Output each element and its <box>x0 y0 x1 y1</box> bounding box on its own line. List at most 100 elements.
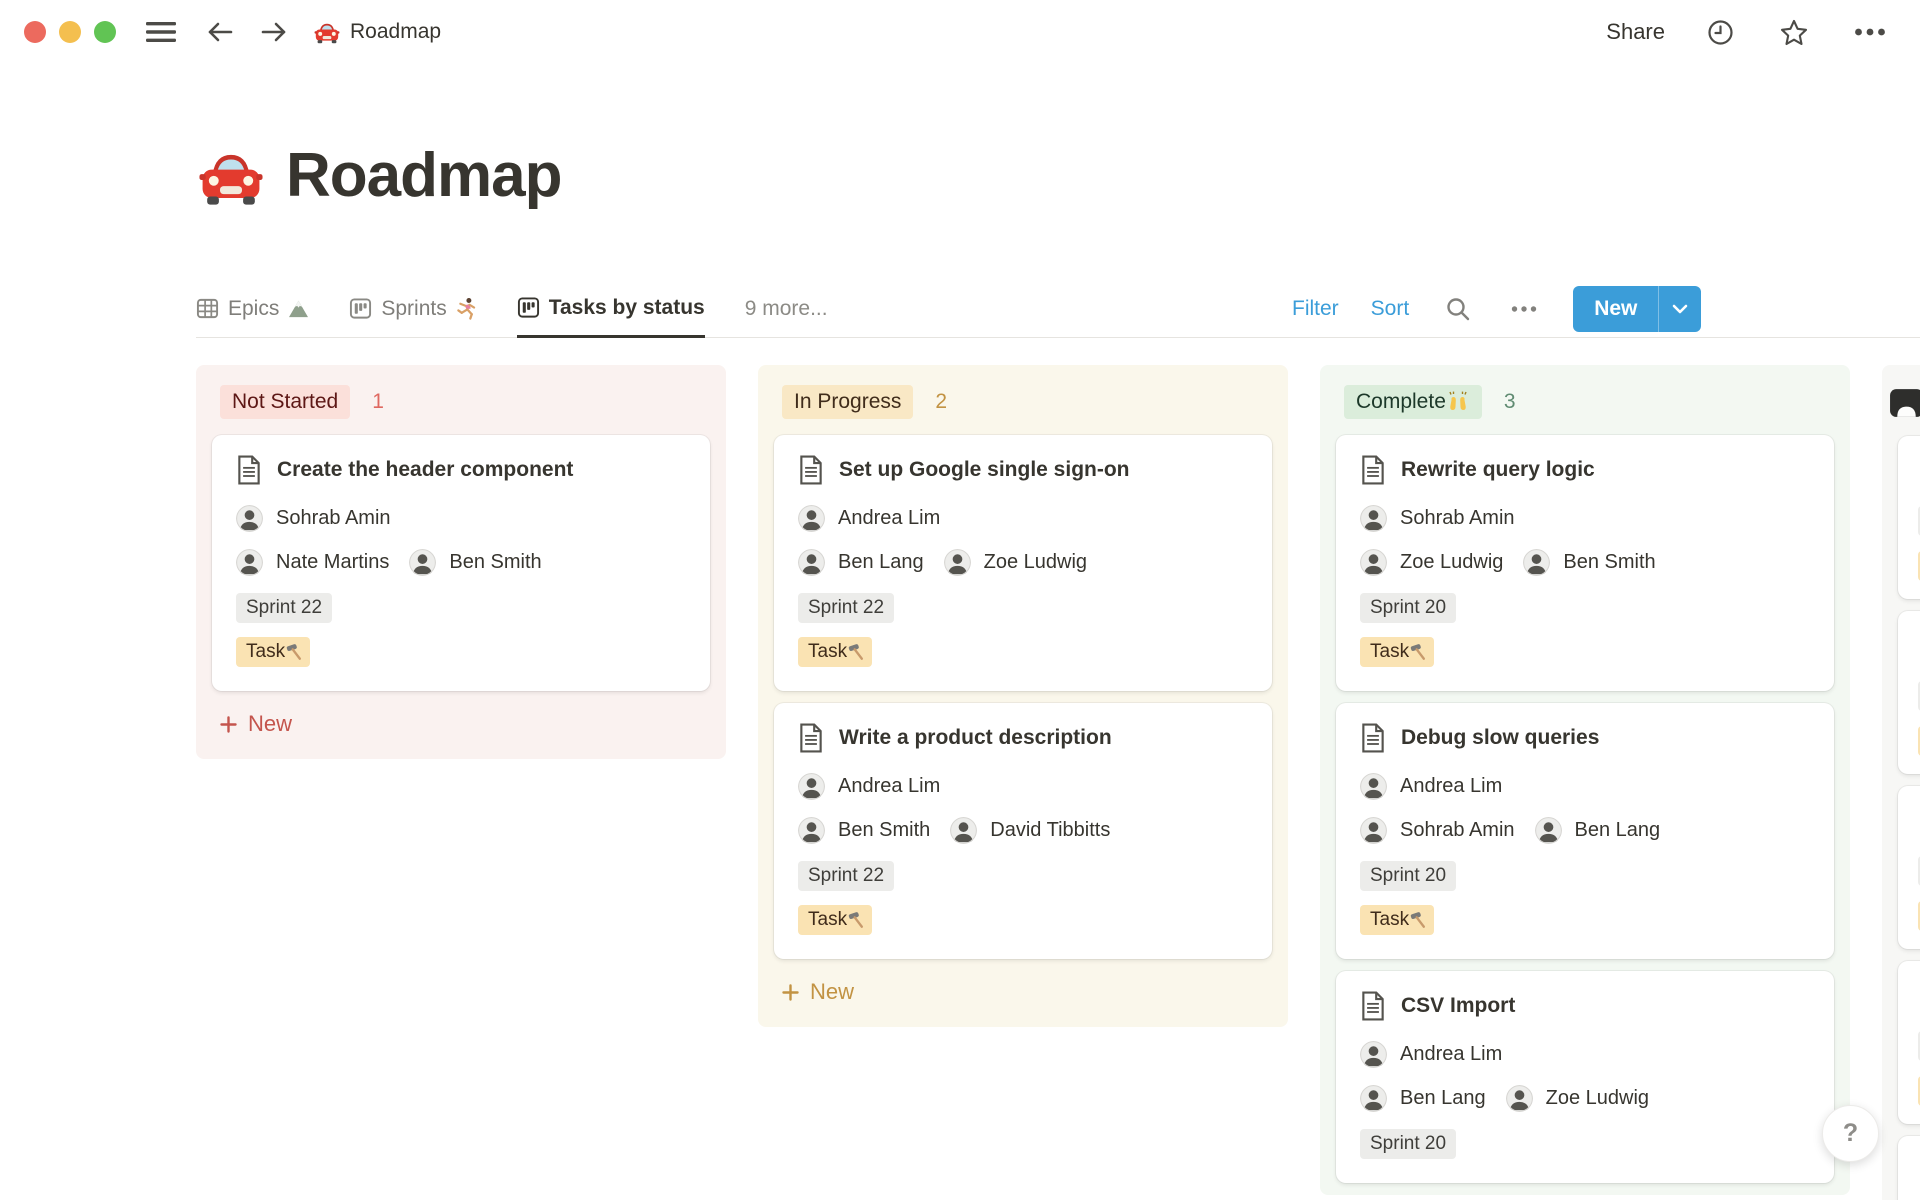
page-header: Roadmap <box>198 140 561 211</box>
chevron-down-icon[interactable] <box>1659 286 1701 332</box>
tab-sprints[interactable]: Sprints <box>349 280 476 337</box>
zoom-window-button[interactable] <box>94 21 116 43</box>
avatar <box>1360 1085 1387 1112</box>
breadcrumb-title: Roadmap <box>350 20 441 44</box>
task-type-tag: Task <box>1360 637 1434 667</box>
task-card[interactable]: Write a product description Andrea Lim B… <box>774 703 1272 959</box>
avatar <box>1360 1041 1387 1068</box>
car-emoji-icon <box>314 19 340 45</box>
sidebar-toggle-menu-icon[interactable] <box>142 17 180 47</box>
table-view-icon <box>196 297 219 320</box>
task-card[interactable]: Debug slow queries Andrea Lim Sohrab Ami… <box>1336 703 1834 959</box>
breadcrumb[interactable]: Roadmap <box>314 19 441 45</box>
favorite-star-icon[interactable] <box>1776 15 1812 50</box>
assignee: David Tibbitts <box>950 817 1110 844</box>
status-pill-in-progress[interactable]: In Progress <box>782 385 913 419</box>
avatar <box>944 549 971 576</box>
more-options-icon[interactable] <box>1850 24 1890 40</box>
tab-tasks-by-status[interactable]: Tasks by status <box>517 280 705 338</box>
new-button-group: New <box>1573 286 1701 332</box>
hammer-emoji-icon <box>847 911 865 929</box>
forward-icon[interactable] <box>256 16 292 48</box>
assignee: Zoe Ludwig <box>1360 549 1503 576</box>
task-type-tag: Task <box>1360 905 1434 935</box>
tab-more-views[interactable]: 9 more... <box>745 280 828 337</box>
page-icon <box>1360 455 1386 485</box>
window-titlebar: Roadmap Share <box>0 0 1920 64</box>
avatar <box>1535 817 1562 844</box>
new-button[interactable]: New <box>1573 286 1658 332</box>
task-card-partial[interactable] <box>1898 1136 1920 1200</box>
raised-hands-emoji-icon <box>1446 391 1470 413</box>
task-type-tag: Task <box>798 905 872 935</box>
task-card[interactable]: S T <box>1898 436 1920 599</box>
window-controls <box>24 21 116 43</box>
task-card[interactable]: CSV Import Andrea Lim Ben Lang Zoe <box>1336 971 1834 1183</box>
mountain-emoji-icon <box>288 299 309 318</box>
page-icon <box>236 455 262 485</box>
minimize-window-button[interactable] <box>59 21 81 43</box>
sprint-tag: Sprint 20 <box>1360 593 1456 623</box>
close-window-button[interactable] <box>24 21 46 43</box>
avatar <box>1360 505 1387 532</box>
avatar <box>409 549 436 576</box>
board-view-icon <box>349 297 372 320</box>
share-button[interactable]: Share <box>1606 19 1665 45</box>
page-icon <box>798 723 824 753</box>
sprint-tag: Sprint 20 <box>1360 1129 1456 1159</box>
assignee: Ben Smith <box>1523 549 1655 576</box>
sprint-tag: Sprint 20 <box>1360 861 1456 891</box>
assignee: Nate Martins <box>236 549 389 576</box>
add-card-button[interactable]: New <box>774 973 862 1011</box>
avatar <box>1506 1085 1533 1112</box>
help-button[interactable]: ? <box>1822 1105 1879 1162</box>
search-icon[interactable] <box>1441 292 1475 326</box>
sort-button[interactable]: Sort <box>1371 297 1410 321</box>
assignee: Sohrab Amin <box>236 505 391 532</box>
avatar <box>798 773 825 800</box>
filter-button[interactable]: Filter <box>1292 297 1339 321</box>
task-card[interactable]: Create the header component Sohrab Amin … <box>212 435 710 691</box>
task-card[interactable]: S T <box>1898 961 1920 1124</box>
page-icon <box>798 455 824 485</box>
hammer-emoji-icon <box>285 643 303 661</box>
updates-clock-icon[interactable] <box>1703 15 1738 50</box>
assignee: Ben Lang <box>1360 1085 1486 1112</box>
sprint-tag: Sprint 22 <box>798 861 894 891</box>
avatar <box>1360 549 1387 576</box>
page-title[interactable]: Roadmap <box>286 140 561 211</box>
task-type-tag: Task <box>236 637 310 667</box>
add-card-button[interactable]: New <box>212 705 300 743</box>
sprint-tag: Sprint 22 <box>236 593 332 623</box>
status-pill-not-started[interactable]: Not Started <box>220 385 350 419</box>
hammer-emoji-icon <box>847 643 865 661</box>
page-icon <box>1360 723 1386 753</box>
avatar <box>798 505 825 532</box>
tab-epics[interactable]: Epics <box>196 280 309 337</box>
task-card[interactable]: Rewrite query logic Sohrab Amin Zoe Ludw… <box>1336 435 1834 691</box>
assignee: Andrea Lim <box>798 773 940 800</box>
task-type-tag: Task <box>798 637 872 667</box>
assignee: Zoe Ludwig <box>1506 1085 1649 1112</box>
assignee: Zoe Ludwig <box>944 549 1087 576</box>
box-emoji-icon <box>1888 385 1920 420</box>
status-pill-complete[interactable]: Complete <box>1344 385 1482 419</box>
task-card[interactable]: Set up Google single sign-on Andrea Lim … <box>774 435 1272 691</box>
hammer-emoji-icon <box>1409 643 1427 661</box>
kanban-board: Not Started 1 Create the header componen… <box>196 365 1920 1200</box>
assignee: Andrea Lim <box>798 505 940 532</box>
assignee: Ben Lang <box>798 549 924 576</box>
column-in-progress: In Progress 2 Set up Google single sign-… <box>758 365 1288 1027</box>
column-complete: Complete 3 Rewrite query logic Sohrab Am… <box>1320 365 1850 1195</box>
assignee: Sohrab Amin <box>1360 817 1515 844</box>
back-icon[interactable] <box>202 16 238 48</box>
sprint-tag: Sprint 22 <box>798 593 894 623</box>
avatar <box>1360 773 1387 800</box>
column-count: 3 <box>1504 390 1516 414</box>
car-emoji-page-icon[interactable] <box>198 143 264 209</box>
assignee: Ben Smith <box>798 817 930 844</box>
assignee: Andrea Lim <box>1360 773 1502 800</box>
view-options-icon[interactable] <box>1507 302 1541 316</box>
task-card[interactable]: S T <box>1898 786 1920 949</box>
task-card[interactable]: S T <box>1898 611 1920 774</box>
